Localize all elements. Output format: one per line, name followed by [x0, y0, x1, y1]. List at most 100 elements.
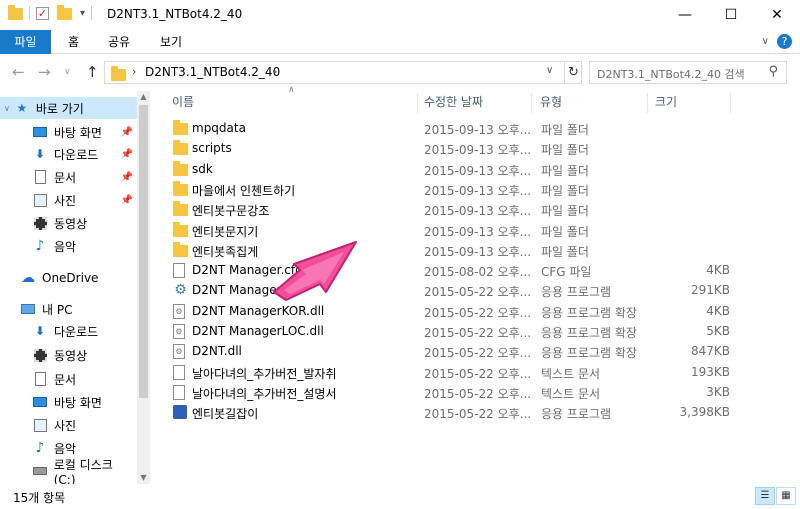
download-icon: ⬇ — [34, 147, 46, 161]
nav-item-videos[interactable]: 동영상 — [0, 212, 137, 234]
nav-item-pictures[interactable]: 사진 📌 — [0, 189, 137, 211]
minimize-button[interactable]: — — [662, 0, 708, 30]
nav-item-desktop[interactable]: 바탕 화면 📌 — [0, 121, 137, 143]
table-row[interactable]: mpqdata 2015-09-13 오후... 파일 폴더 — [170, 118, 730, 138]
nav-label: 동영상 — [54, 348, 88, 363]
chevron-right-icon[interactable]: › — [132, 65, 136, 78]
scroll-down-icon[interactable]: ▼ — [137, 472, 150, 484]
nav-label: 사진 — [54, 193, 77, 208]
table-row[interactable]: ⚙ D2NT.dll 2015-05-22 오후... 응용 프로그램 확장 847KB — [170, 341, 730, 361]
table-row[interactable]: 날아다녀의_추가버전_설명서 2015-05-22 오후... 텍스트 문서 3KB — [170, 382, 730, 402]
title-bar: ✓ ▾ D2NT3.1_NTBot4.2_40 — ☐ ✕ — [0, 0, 800, 30]
expand-ribbon-icon[interactable]: ∨ — [762, 36, 769, 47]
column-divider[interactable] — [531, 93, 532, 113]
nav-label: 바로 가기 — [35, 101, 84, 116]
recent-locations-icon[interactable]: ∨ — [64, 67, 71, 77]
picture-icon — [32, 193, 48, 207]
folder-icon — [173, 201, 188, 217]
tab-file[interactable]: 파일 — [0, 30, 51, 54]
up-button[interactable]: ↑ — [86, 63, 99, 81]
nav-item-documents[interactable]: 문서 📌 — [0, 166, 137, 188]
tab-share[interactable]: 공유 — [108, 30, 130, 54]
folder-icon — [173, 160, 188, 176]
file-name: D2NT ManagerLOC.dll — [192, 324, 324, 338]
back-button[interactable]: ← — [12, 63, 25, 81]
maximize-button[interactable]: ☐ — [708, 0, 754, 30]
table-row[interactable]: 엔티봇길잡이 2015-05-22 오후... 응용 프로그램 3,398KB — [170, 402, 730, 422]
scroll-up-icon[interactable]: ▲ — [137, 91, 150, 103]
nav-item-pc-documents[interactable]: 문서 — [0, 368, 137, 390]
column-header-date[interactable]: 수정한 날짜 — [424, 91, 483, 113]
forward-button[interactable]: → — [38, 63, 51, 81]
search-box[interactable]: D2NT3.1_NTBot4.2_40 검색 ⚲ — [589, 61, 787, 84]
properties-icon[interactable]: ✓ — [36, 6, 49, 20]
search-icon[interactable]: ⚲ — [768, 64, 778, 79]
tab-home[interactable]: 홈 — [68, 30, 79, 54]
pin-icon: 📌 — [120, 148, 133, 160]
scroll-thumb[interactable] — [139, 105, 148, 398]
table-row[interactable]: 엔티봇문지기 2015-09-13 오후... 파일 폴더 — [170, 220, 730, 240]
music-icon: ♪ — [35, 440, 45, 456]
tab-view[interactable]: 보기 — [160, 30, 182, 54]
nav-label: 바탕 화면 — [54, 395, 102, 410]
column-divider[interactable] — [417, 93, 418, 113]
column-header-size[interactable]: 크기 — [655, 91, 677, 113]
nav-item-pc-pictures[interactable]: 사진 — [0, 414, 137, 436]
column-divider[interactable] — [647, 93, 648, 113]
cloud-icon: ☁ — [21, 270, 35, 286]
table-row[interactable]: ⚙ D2NT Manager 2015-05-22 오후... 응용 프로그램 291K… — [170, 280, 730, 300]
table-row[interactable]: 마을에서 인첸트하기 2015-09-13 오후... 파일 폴더 — [170, 179, 730, 199]
nav-label: 사진 — [54, 418, 77, 433]
file-list-scrollbar[interactable] — [783, 91, 800, 484]
column-header-type[interactable]: 유형 — [540, 91, 562, 113]
address-path[interactable]: D2NT3.1_NTBot4.2_40 — [145, 65, 280, 79]
file-name: 엔티봇문지기 — [192, 224, 259, 239]
navigation-bar: ← → ∨ ↑ › D2NT3.1_NTBot4.2_40 › ∨ ↻ D2NT… — [0, 55, 800, 91]
table-row[interactable]: 날아다녀의_추가버전_발자취 2015-05-22 오후... 텍스트 문서 193K… — [170, 362, 730, 382]
nav-onedrive[interactable]: ☁ OneDrive — [0, 267, 137, 289]
file-size: 3,398KB — [679, 405, 730, 420]
new-folder-icon[interactable] — [57, 5, 72, 20]
table-row[interactable]: ⚙ D2NT ManagerKOR.dll 2015-05-22 오후... 응용 프… — [170, 301, 730, 321]
help-icon[interactable]: ? — [777, 34, 792, 49]
table-row[interactable]: D2NT Manager.cfg 2015-08-02 오후... CFG 파일 4K… — [170, 260, 730, 280]
dll-file-icon: ⚙ — [173, 344, 185, 360]
nav-label: 바탕 화면 — [54, 125, 102, 140]
close-button[interactable]: ✕ — [754, 0, 800, 30]
nav-label: 동영상 — [54, 216, 88, 231]
large-icons-view-icon[interactable]: ▦ — [776, 487, 796, 505]
address-bar[interactable]: › D2NT3.1_NTBot4.2_40 › ∨ ↻ — [104, 61, 582, 84]
table-row[interactable]: 엔티봇구문강조 2015-09-13 오후... 파일 폴더 — [170, 199, 730, 219]
refresh-button[interactable]: ↻ — [564, 62, 582, 83]
column-divider[interactable] — [730, 93, 731, 113]
nav-quick-access[interactable]: ∨ ★ 바로 가기 — [0, 97, 137, 119]
file-date: 2015-05-22 오후... — [424, 285, 532, 300]
file-name: 마을에서 인첸트하기 — [192, 183, 296, 198]
status-bar: 15개 항목 ☰ ▦ — [0, 484, 800, 509]
folder-icon — [111, 66, 126, 81]
details-view-icon[interactable]: ☰ — [755, 487, 775, 505]
file-type: 파일 폴더 — [541, 204, 589, 219]
table-row[interactable]: 엔티봇족집게 2015-09-13 오후... 파일 폴더 — [170, 240, 730, 260]
nav-this-pc[interactable]: 내 PC — [0, 298, 137, 320]
nav-label: 로컬 디스크 (C:) — [53, 457, 113, 485]
nav-item-local-disk[interactable]: 로컬 디스크 (C:) — [0, 458, 137, 484]
nav-scrollbar[interactable]: ▲ ▼ — [137, 91, 150, 484]
chevron-down-icon[interactable]: ∨ — [546, 65, 553, 76]
table-row[interactable]: sdk 2015-09-13 오후... 파일 폴더 — [170, 159, 730, 179]
search-input[interactable]: D2NT3.1_NTBot4.2_40 검색 — [597, 66, 745, 82]
nav-item-music[interactable]: ♪ 음악 — [0, 235, 137, 257]
file-icon — [173, 364, 185, 380]
table-row[interactable]: ⚙ D2NT ManagerLOC.dll 2015-05-22 오후... 응용 프… — [170, 321, 730, 341]
customize-toolbar-icon[interactable]: ▾ — [80, 8, 85, 19]
nav-item-pc-desktop[interactable]: 바탕 화면 — [0, 391, 137, 413]
file-name: 엔티봇구문강조 — [192, 204, 270, 219]
table-row[interactable]: scripts 2015-09-13 오후... 파일 폴더 — [170, 138, 730, 158]
chevron-right-icon[interactable]: › — [273, 65, 277, 78]
folder-icon — [173, 221, 188, 237]
nav-item-downloads[interactable]: ⬇ 다운로드 📌 — [0, 143, 137, 165]
column-header-name[interactable]: 이름 — [172, 91, 194, 113]
file-date: 2015-09-13 오후... — [424, 123, 532, 137]
nav-item-pc-videos[interactable]: 동영상 — [0, 344, 137, 366]
nav-item-pc-downloads[interactable]: ⬇ 다운로드 — [0, 320, 137, 342]
